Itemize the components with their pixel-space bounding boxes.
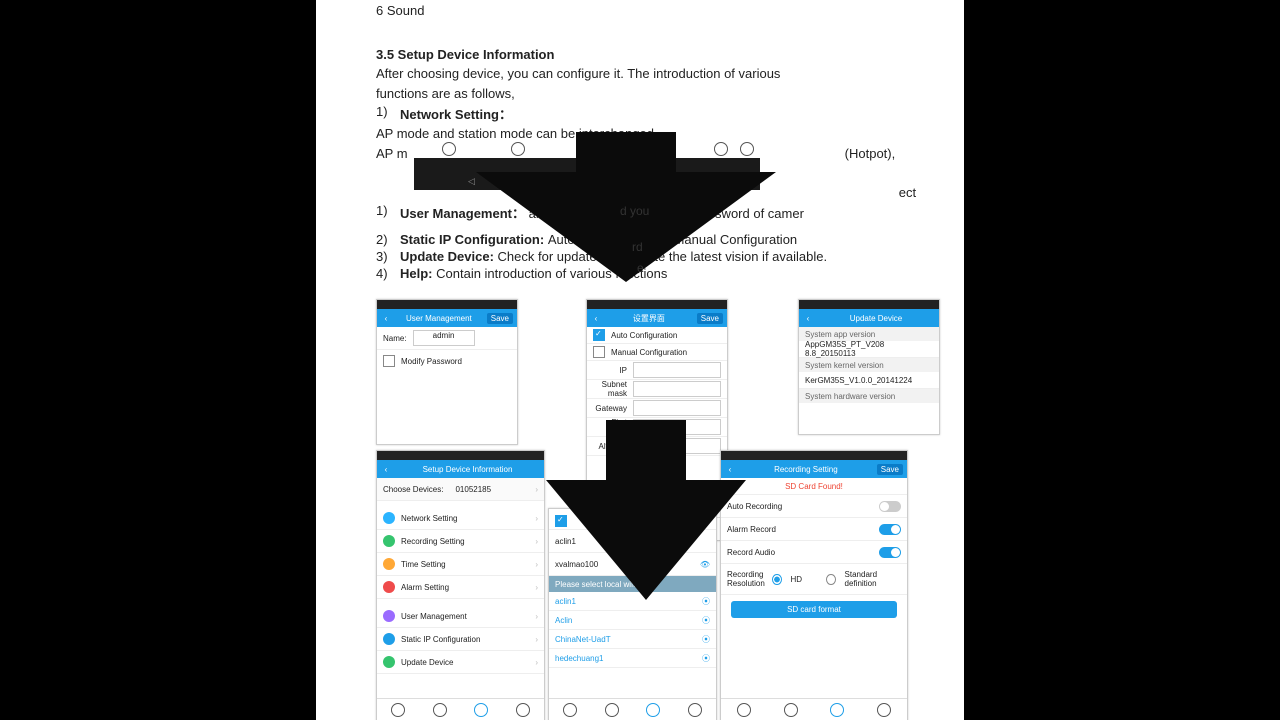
toggle-auto-rec[interactable]: [879, 501, 901, 512]
radio-hd[interactable]: [772, 574, 782, 585]
save-button[interactable]: Save: [487, 313, 513, 324]
intro-2: functions are as follows,: [376, 85, 934, 103]
choose-device-row[interactable]: Choose Devices:01052185›: [377, 478, 544, 501]
toggle-alarm-rec[interactable]: [879, 524, 901, 535]
phone-softkeys-top-b: □: [708, 140, 760, 190]
sd-format-button[interactable]: SD card format: [731, 601, 897, 618]
wifi-icon: ⦿: [702, 596, 710, 607]
toggle-rec-audio[interactable]: [879, 547, 901, 558]
back-icon: ‹: [381, 314, 391, 323]
line-sound: 6 Sound: [376, 2, 934, 20]
radio-sd[interactable]: [826, 574, 836, 585]
intro-1: After choosing device, you can configure…: [376, 65, 934, 83]
eye-icon: 👁: [700, 560, 710, 569]
screenshot-setup-info: ‹Setup Device Information Choose Devices…: [376, 450, 545, 720]
screenshot-recording: ‹Recording SettingSave SD Card Found! Au…: [720, 450, 908, 720]
screenshot-static-ip: ‹设置界面 Save Auto Configuration Manual Con…: [586, 299, 728, 541]
document-page: 6 Sound 3.5 Setup Device Information Aft…: [316, 0, 964, 720]
heading-setup: 3.5 Setup Device Information: [376, 46, 934, 64]
screenshot-update: ‹Update Device System app version AppGM3…: [798, 299, 940, 435]
stage: 6 Sound 3.5 Setup Device Information Aft…: [0, 0, 1280, 720]
screenshot-network: aclin1 xvalmao100👁 Please select local w…: [548, 508, 717, 720]
checkbox-modify-pwd[interactable]: [383, 355, 395, 367]
screenshot-user-mgmt: ‹ User Management Save Name:admin Modify…: [376, 299, 518, 445]
